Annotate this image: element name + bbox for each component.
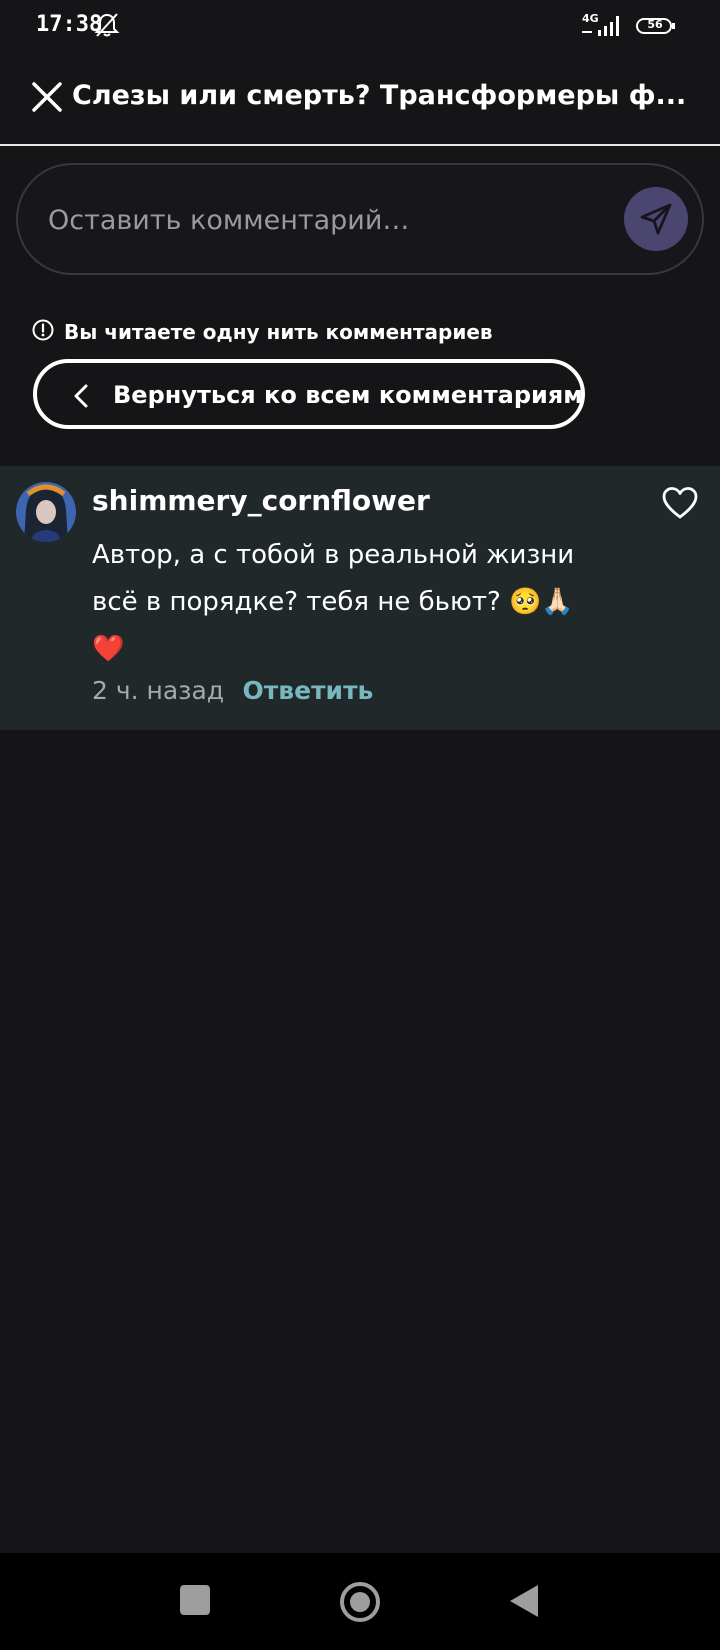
reply-button[interactable]: Ответить bbox=[243, 676, 374, 705]
comment-card: shimmery_cornflower Автор, а с тобой в р… bbox=[0, 466, 720, 730]
send-button[interactable] bbox=[624, 187, 688, 251]
status-bar: 17:38 4G 56 bbox=[0, 0, 720, 52]
comment-meta: 2 ч. назад Ответить bbox=[92, 676, 373, 705]
bell-muted-icon bbox=[94, 13, 120, 37]
header: Слезы или смерть? Трансформеры ф... bbox=[0, 56, 720, 144]
comment-username[interactable]: shimmery_cornflower bbox=[92, 484, 430, 517]
page-title: Слезы или смерть? Трансформеры ф... bbox=[72, 80, 687, 111]
close-icon[interactable] bbox=[30, 80, 66, 116]
comment-input[interactable] bbox=[48, 195, 568, 245]
send-icon bbox=[640, 203, 672, 235]
comment-timestamp: 2 ч. назад bbox=[92, 676, 225, 705]
back-button-label: Вернуться ко всем комментариям bbox=[113, 381, 583, 409]
avatar[interactable] bbox=[16, 482, 76, 542]
home-circle-icon[interactable] bbox=[339, 1581, 381, 1623]
header-divider bbox=[0, 144, 720, 146]
battery-level: 56 bbox=[647, 18, 663, 31]
status-time: 17:38 bbox=[36, 12, 103, 37]
heart-outline-icon[interactable] bbox=[662, 486, 698, 520]
back-to-all-comments-button[interactable]: Вернуться ко всем комментариям bbox=[33, 359, 585, 429]
back-triangle-icon[interactable] bbox=[508, 1583, 540, 1619]
screen: 17:38 4G 56 Слезы или смерть? Трансформе… bbox=[0, 0, 720, 1650]
recents-square-icon[interactable] bbox=[180, 1585, 210, 1615]
info-icon bbox=[32, 319, 54, 341]
signal-icon bbox=[582, 16, 619, 36]
comment-text: Автор, а с тобой в реальной жизни всё в … bbox=[92, 540, 575, 664]
comment-composer bbox=[16, 163, 704, 275]
chevron-left-icon bbox=[74, 384, 88, 408]
avatar-image bbox=[16, 482, 76, 542]
system-nav-bar bbox=[0, 1553, 720, 1650]
thread-notice-text: Вы читаете одну нить комментариев bbox=[64, 320, 493, 344]
